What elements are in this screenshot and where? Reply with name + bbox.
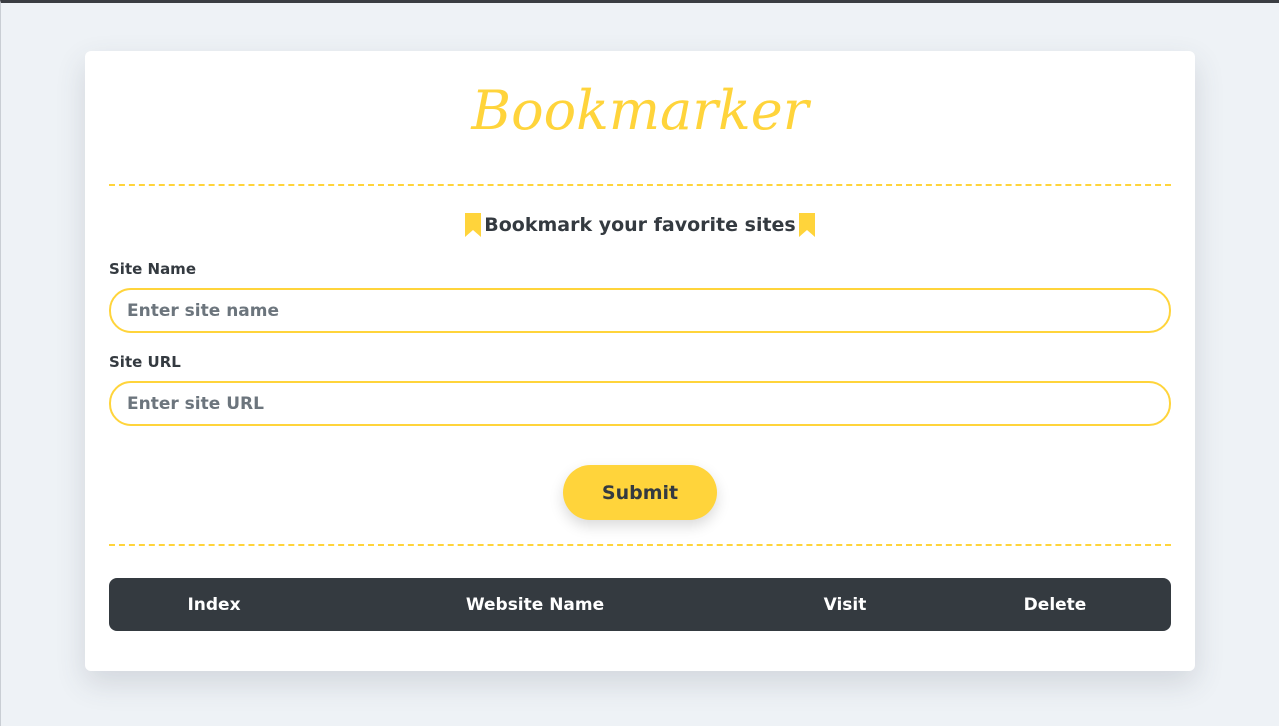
bookmarks-table-header: Index Website Name Visit Delete bbox=[109, 578, 1171, 631]
column-header-website-name: Website Name bbox=[465, 595, 605, 615]
top-divider bbox=[109, 184, 1171, 186]
site-name-input[interactable] bbox=[109, 288, 1171, 333]
form-heading: Bookmark your favorite sites bbox=[85, 213, 1195, 237]
form-heading-text: Bookmark your favorite sites bbox=[484, 214, 796, 236]
bookmark-icon bbox=[464, 213, 482, 237]
column-header-visit: Visit bbox=[823, 595, 867, 615]
submit-button[interactable]: Submit bbox=[563, 465, 717, 520]
column-header-delete: Delete bbox=[1023, 595, 1087, 615]
site-url-label: Site URL bbox=[109, 353, 181, 371]
bottom-divider bbox=[109, 544, 1171, 546]
site-name-label: Site Name bbox=[109, 260, 196, 278]
column-header-index: Index bbox=[187, 595, 241, 615]
site-url-input[interactable] bbox=[109, 381, 1171, 426]
bookmark-icon bbox=[798, 213, 816, 237]
bookmarker-card: Bookmarker Bookmark your favorite sites … bbox=[85, 51, 1195, 671]
app-title: Bookmarker bbox=[471, 79, 809, 142]
